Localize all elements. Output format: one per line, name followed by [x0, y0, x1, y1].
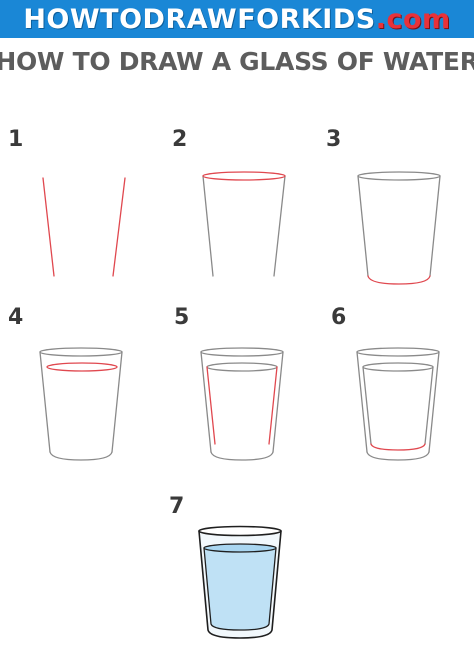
- step-1-left-side-line: [42, 177, 55, 277]
- step-5-right-side-line: [272, 351, 284, 453]
- step-6-inner-left-wall: [362, 366, 372, 445]
- tutorial-drawings: [39, 171, 441, 639]
- step-7-drawing: [198, 525, 282, 639]
- step-6-right-side-line: [428, 351, 440, 453]
- step-5-base-curve: [210, 451, 274, 461]
- step-4-left-side-line: [39, 351, 51, 453]
- step-5-water-surface: [206, 362, 278, 372]
- step-6-inner-base-curve: [370, 443, 426, 451]
- step-6-rim-ellipse: [356, 347, 440, 357]
- step-3-rim-ellipse: [357, 171, 441, 181]
- step-6-left-side-line: [356, 351, 368, 453]
- step-7-water-body: [203, 547, 277, 631]
- step-1-drawing: [42, 177, 126, 277]
- step-4-water-surface: [46, 362, 118, 372]
- step-2-right-side-line: [273, 175, 286, 277]
- step-6-base-curve: [366, 451, 430, 461]
- step-3-left-side-line: [357, 175, 369, 277]
- step-2-left-side-line: [202, 175, 214, 277]
- step-4-drawing: [39, 347, 123, 461]
- step-3-right-side-line: [429, 175, 441, 277]
- step-2-drawing: [202, 171, 286, 277]
- step-2-rim-ellipse: [202, 171, 286, 181]
- step-1-right-side-line: [112, 177, 126, 277]
- step-7-rim-ellipse: [198, 525, 282, 537]
- step-4-rim-ellipse: [39, 347, 123, 357]
- step-6-drawing: [356, 347, 440, 461]
- step-6-water-surface: [362, 362, 434, 372]
- step-5-rim-ellipse: [200, 347, 284, 357]
- step-3-drawing: [357, 171, 441, 285]
- step-7-water-surface: [203, 543, 277, 553]
- step-4-base-curve: [49, 451, 113, 461]
- step-5-inner-left-wall: [206, 366, 216, 445]
- step-5-left-side-line: [200, 351, 212, 453]
- step-5-drawing: [200, 347, 284, 461]
- step-5-inner-right-wall: [268, 366, 278, 445]
- step-3-base-curve: [367, 275, 431, 285]
- step-6-inner-right-wall: [424, 366, 434, 445]
